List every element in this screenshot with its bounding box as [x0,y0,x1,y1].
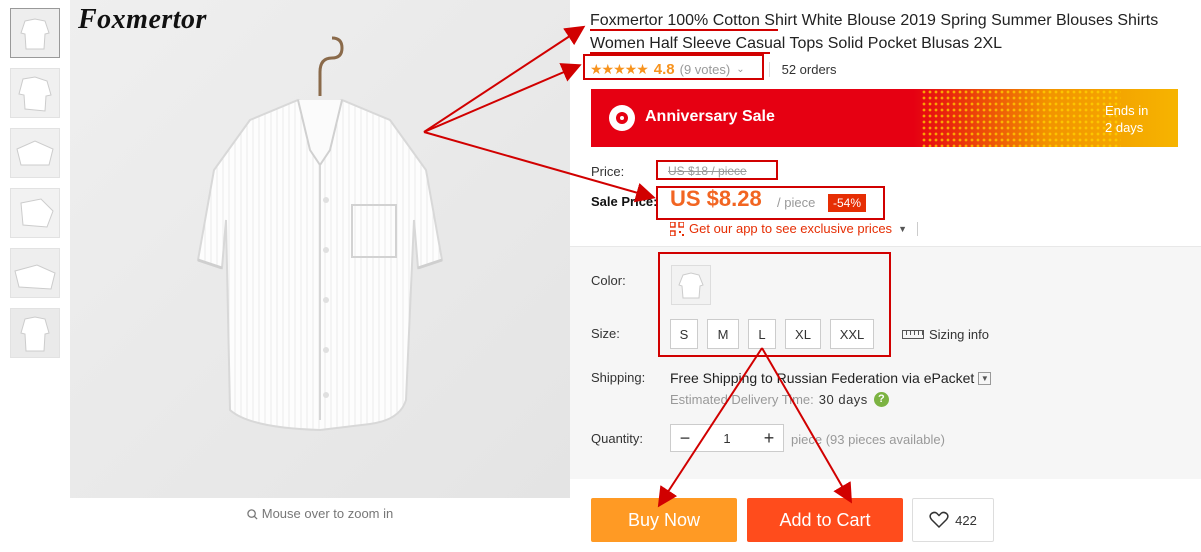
color-label: Color: [591,273,626,288]
caret-down-icon[interactable]: ▼ [898,224,907,234]
zoom-hint-text: Mouse over to zoom in [261,506,394,521]
rating-row: ★★★★★ 4.8 (9 votes) ⌄ 52 orders [590,59,837,79]
quantity-label: Quantity: [591,431,644,446]
ends-in-label: Ends in [1105,103,1149,118]
quantity-stepper: − + [670,424,784,452]
thumbnail-3[interactable] [10,128,60,178]
help-icon[interactable]: ? [873,392,889,407]
zoom-hint: Mouse over to zoom in [70,506,570,523]
heart-icon [929,511,949,529]
banner-title: Anniversary Sale [645,108,775,125]
size-label: Size: [591,326,620,341]
size-option-s[interactable]: S [670,319,698,349]
delivery-label: Estimated Delivery Time: [670,392,814,407]
banner-dots-decoration [921,89,1121,147]
delivery-days: 30 days [818,392,868,407]
size-option-l[interactable]: L [748,319,776,349]
size-selector: S M L XL XXL [670,319,874,349]
thumbnail-5[interactable] [10,248,60,298]
ruler-icon [902,330,924,339]
chevron-down-icon[interactable]: ▼ [978,371,992,385]
plus-icon[interactable]: + [755,428,783,449]
orders-count: 52 orders [768,61,837,77]
blouse-illustration [70,0,570,498]
size-option-m[interactable]: M [707,319,739,349]
product-title: Foxmertor 100% Cotton Shirt White Blouse… [590,12,1159,52]
annotation-underline-subtitle [590,52,770,54]
thumbnail-4[interactable] [10,188,60,238]
original-price: US $18 / piece [668,164,747,178]
thumbnail-2[interactable] [10,68,60,118]
price-label: Price: [591,164,625,179]
main-product-image[interactable]: Foxmertor [70,0,570,498]
quantity-input[interactable] [699,425,755,451]
sizing-info-text[interactable]: Sizing info [929,327,989,342]
votes-count[interactable]: (9 votes) [680,62,731,77]
rating-stars-icon: ★★★★★ [590,60,649,77]
quantity-availability: piece (93 pieces available) [791,432,945,447]
sale-price: US $8.28 [670,186,762,211]
size-option-xxl[interactable]: XXL [830,319,874,349]
chevron-down-icon[interactable]: ⌄ [736,64,744,75]
delivery-estimate: Estimated Delivery Time: 30 days ? [670,392,889,407]
app-promo-text[interactable]: Get our app to see exclusive prices [689,221,892,236]
search-icon [247,508,258,523]
sale-price-label: Sale Price: [591,194,658,209]
sizing-info-link[interactable]: Sizing info [902,327,989,342]
shipping-text[interactable]: Free Shipping to Russian Federation via … [670,370,974,386]
price-unit: / piece [777,195,816,210]
banner-ends-in: Ends in 2 days [1105,102,1148,136]
size-option-xl[interactable]: XL [785,319,821,349]
sale-icon [609,105,635,131]
thumbnail-list [10,8,62,368]
wishlist-button[interactable]: 422 [912,498,994,542]
wishlist-count: 422 [955,512,977,528]
thumbnail-6[interactable] [10,308,60,358]
rating-value: 4.8 [653,60,675,78]
qr-code-icon [669,220,685,237]
shipping-method[interactable]: Free Shipping to Russian Federation via … [670,370,992,386]
discount-badge: -54% [828,194,867,212]
product-page: Foxmertor Mouse over to zoom in Foxmerto… [0,0,1201,552]
divider [916,221,918,236]
brand-logo: Foxmertor [78,4,207,35]
minus-icon[interactable]: − [671,428,699,449]
app-promo-link[interactable]: Get our app to see exclusive prices ▼ [669,220,918,237]
shipping-label: Shipping: [591,370,646,385]
color-swatch-white[interactable] [671,265,711,305]
ends-in-days: 2 days [1105,120,1144,135]
anniversary-sale-banner[interactable]: Anniversary Sale Ends in 2 days [591,89,1178,147]
annotation-underline-title [590,29,778,31]
add-to-cart-button[interactable]: Add to Cart [747,498,903,542]
thumbnail-1[interactable] [10,8,60,58]
buy-now-button[interactable]: Buy Now [591,498,737,542]
